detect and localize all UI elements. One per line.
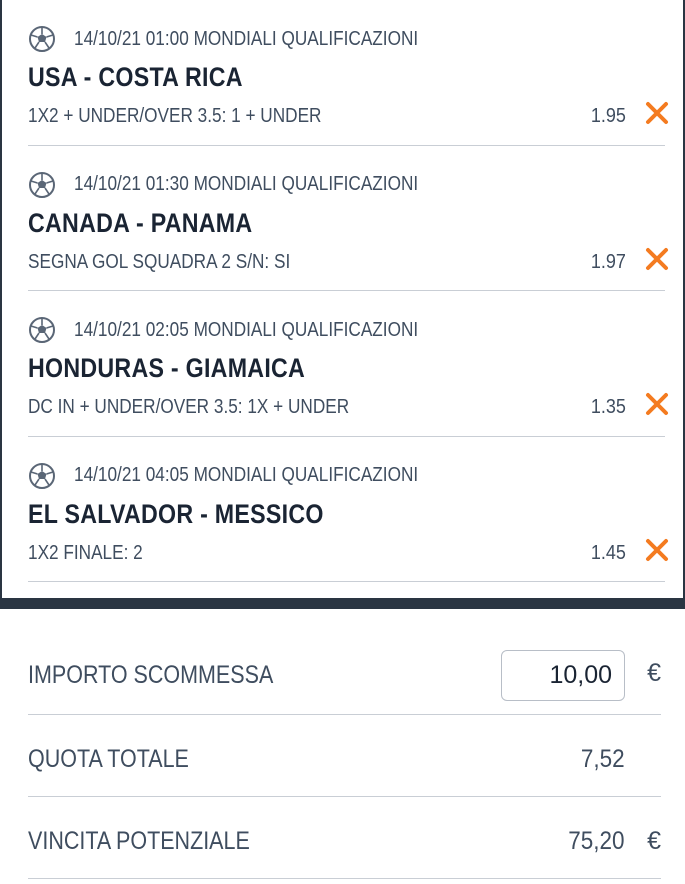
bet-summary: IMPORTO SCOMMESSA € QUOTA TOTALE 7,52 VI… — [28, 609, 661, 879]
left-border — [0, 0, 2, 598]
bet-odd: 1.35 — [590, 396, 626, 418]
total-odds-value: 7,52 — [581, 745, 625, 773]
bet-date-competition: 14/10/21 02:05 MONDIALI QUALIFICAZIONI — [74, 318, 419, 341]
bet-date-competition: 14/10/21 01:00 MONDIALI QUALIFICAZIONI — [74, 27, 419, 50]
remove-bet-icon[interactable] — [643, 390, 671, 418]
remove-bet-icon[interactable] — [643, 99, 671, 127]
bet-odd: 1.97 — [590, 250, 626, 273]
bet-header: 14/10/21 01:30 MONDIALI QUALIFICAZIONI — [28, 171, 474, 199]
stake-row: IMPORTO SCOMMESSA € — [28, 609, 661, 715]
market-selection: SEGNA GOL SQUADRA 2 S/N: SI — [28, 250, 291, 273]
match-title: CANADA - PANAMA — [28, 207, 253, 238]
bet-item: 14/10/21 01:30 MONDIALI QUALIFICAZIONI C… — [28, 146, 668, 291]
match-title: USA - COSTA RICA — [28, 62, 243, 92]
stake-label: IMPORTO SCOMMESSA — [28, 661, 274, 689]
total-odds-label: QUOTA TOTALE — [28, 745, 189, 773]
bet-date-competition: 14/10/21 01:30 MONDIALI QUALIFICAZIONI — [74, 173, 419, 195]
potential-win-label: VINCITA POTENZIALE — [28, 827, 250, 855]
match-title: EL SALVADOR - MESSICO — [28, 498, 324, 529]
market-selection: 1X2 FINALE: 2 — [28, 541, 143, 564]
bet-header: 14/10/21 04:05 MONDIALI QUALIFICAZIONI — [28, 462, 474, 490]
potential-win-row: VINCITA POTENZIALE 75,20 € — [28, 797, 661, 879]
match-title: HONDURAS - GIAMAICA — [28, 353, 306, 383]
bet-date-competition: 14/10/21 04:05 MONDIALI QUALIFICAZIONI — [74, 464, 419, 486]
stake-input[interactable] — [501, 650, 625, 701]
bet-item: 14/10/21 04:05 MONDIALI QUALIFICAZIONI E… — [28, 437, 668, 582]
bet-item: 14/10/21 02:05 MONDIALI QUALIFICAZIONI H… — [28, 291, 668, 437]
bet-header: 14/10/21 01:00 MONDIALI QUALIFICAZIONI — [28, 25, 474, 53]
bet-odd: 1.95 — [590, 105, 626, 127]
soccer-ball-icon — [28, 25, 56, 53]
potential-win-value: 75,20 — [568, 827, 625, 855]
remove-bet-icon[interactable] — [643, 536, 671, 564]
market-selection: DC IN + UNDER/OVER 3.5: 1X + UNDER — [28, 396, 350, 418]
market-selection: 1X2 + UNDER/OVER 3.5: 1 + UNDER — [28, 105, 322, 127]
soccer-ball-icon — [28, 462, 56, 490]
remove-bet-icon[interactable] — [643, 245, 671, 273]
section-divider — [0, 598, 685, 609]
bet-item: 14/10/21 01:00 MONDIALI QUALIFICAZIONI U… — [28, 0, 668, 146]
stake-currency: € — [647, 659, 661, 687]
bet-list: 14/10/21 01:00 MONDIALI QUALIFICAZIONI U… — [28, 0, 668, 582]
total-odds-row: QUOTA TOTALE 7,52 — [28, 715, 661, 797]
bet-header: 14/10/21 02:05 MONDIALI QUALIFICAZIONI — [28, 316, 474, 344]
betslip-page: 14/10/21 01:00 MONDIALI QUALIFICAZIONI U… — [0, 0, 685, 884]
soccer-ball-icon — [28, 316, 56, 344]
soccer-ball-icon — [28, 171, 56, 199]
potential-win-currency: € — [647, 827, 661, 855]
bet-odd: 1.45 — [590, 541, 626, 564]
